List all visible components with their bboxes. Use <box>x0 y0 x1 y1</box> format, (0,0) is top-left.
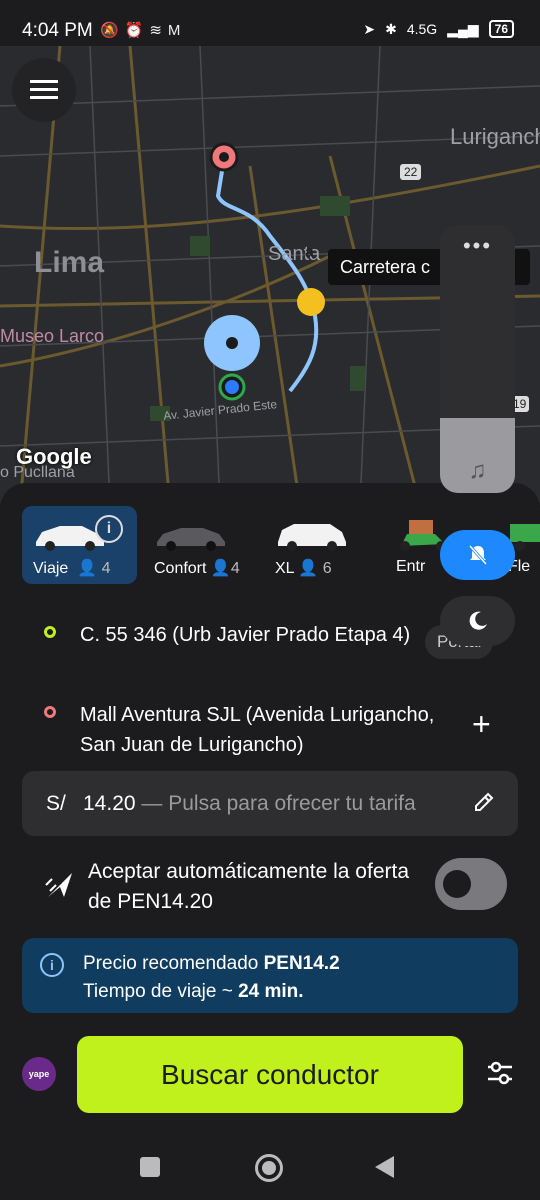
system-nav-bar <box>0 1130 540 1200</box>
destination-address: Mall Aventura SJL (Avenida Lurigancho, S… <box>80 704 435 756</box>
music-note-icon: ♫ <box>468 457 487 484</box>
recommendation-banner: i Precio recomendado PEN14.2 Tiempo de v… <box>22 938 518 1013</box>
service-viaje[interactable]: i Viaje 👤 4 <box>22 506 137 584</box>
route-shield-22: 22 <box>400 164 422 180</box>
settings-sliders-icon[interactable] <box>486 1060 514 1086</box>
fare-value: 14.20 — Pulsa para ofrecer tu tarifa <box>83 792 416 815</box>
service-label: Entr <box>395 558 426 575</box>
info-icon[interactable]: i <box>94 515 123 543</box>
car-dark-icon <box>156 528 225 551</box>
fare-input[interactable]: S/ 14.20 — Pulsa para ofrecer tu tarifa <box>22 771 518 836</box>
truck-icon <box>509 524 540 551</box>
origin-address: C. 55 346 (Urb Javier Prado Etapa 4) <box>80 624 411 646</box>
google-logo: Google <box>16 444 92 469</box>
suv-icon <box>277 524 346 551</box>
battery-icon: 76 <box>488 20 514 38</box>
status-time: 4:04 PM <box>22 20 93 41</box>
menu-button[interactable] <box>12 58 76 122</box>
status-bar: 4:04 PM 🔕⏰≋M ➤ ✱ 4.5G ▂▄▆ 76 <box>0 0 540 46</box>
recents-button[interactable] <box>140 1157 160 1177</box>
payment-method-icon[interactable]: yape <box>22 1057 56 1091</box>
currency-label: S/ <box>46 792 66 815</box>
moon-icon <box>469 611 487 630</box>
network-type: 4.5G <box>406 21 438 37</box>
destination-pin-icon <box>44 706 56 718</box>
volume-panel[interactable]: ••• ♫ <box>440 225 515 493</box>
service-xl[interactable]: XL 👤 6 <box>264 506 379 584</box>
service-label: XL 👤 6 <box>274 560 332 577</box>
more-icon[interactable]: ••• <box>440 233 515 259</box>
search-driver-button[interactable]: Buscar conductor <box>77 1036 463 1113</box>
signal-icon: ▂▄▆ <box>447 20 479 37</box>
notification-icons: 🔕⏰≋M <box>100 22 187 39</box>
map-label-lima: Lima <box>34 246 105 279</box>
poi-icon: a <box>305 244 314 261</box>
bell-off-icon <box>468 545 487 565</box>
info-icon: i <box>40 953 64 977</box>
service-confort[interactable]: Confort 👤4 <box>143 506 258 584</box>
hamburger-icon <box>30 80 58 99</box>
pencil-icon[interactable] <box>472 790 496 814</box>
bluetooth-icon: ✱ <box>385 20 397 37</box>
service-label: Viaje 👤 4 <box>33 560 111 577</box>
location-icon: ➤ <box>363 20 376 37</box>
auto-accept-toggle[interactable] <box>435 858 507 910</box>
origin-pin-icon <box>44 626 56 638</box>
send-fast-icon <box>45 873 72 897</box>
mute-toggle[interactable] <box>440 530 515 580</box>
home-button[interactable] <box>255 1154 283 1182</box>
auto-accept-label: Aceptar automáticamente la oferta de PEN… <box>88 860 410 913</box>
add-stop-icon[interactable]: + <box>472 706 491 743</box>
do-not-disturb-toggle[interactable] <box>440 596 515 646</box>
destination-row[interactable]: Mall Aventura SJL (Avenida Lurigancho, S… <box>44 700 465 760</box>
recommendation-text: Precio recomendado PEN14.2 Tiempo de via… <box>83 953 340 1002</box>
back-button[interactable] <box>375 1156 394 1178</box>
service-label: Confort 👤4 <box>153 560 240 577</box>
map-label-museo-larco: Museo Larco <box>0 326 105 346</box>
toggle-knob <box>443 870 471 898</box>
origin-row[interactable]: C. 55 346 (Urb Javier Prado Etapa 4) <box>44 620 420 650</box>
map-label-lurigancho: Luriganch <box>450 124 540 149</box>
status-right-icons: ➤ ✱ 4.5G ▂▄▆ 76 <box>363 20 514 38</box>
